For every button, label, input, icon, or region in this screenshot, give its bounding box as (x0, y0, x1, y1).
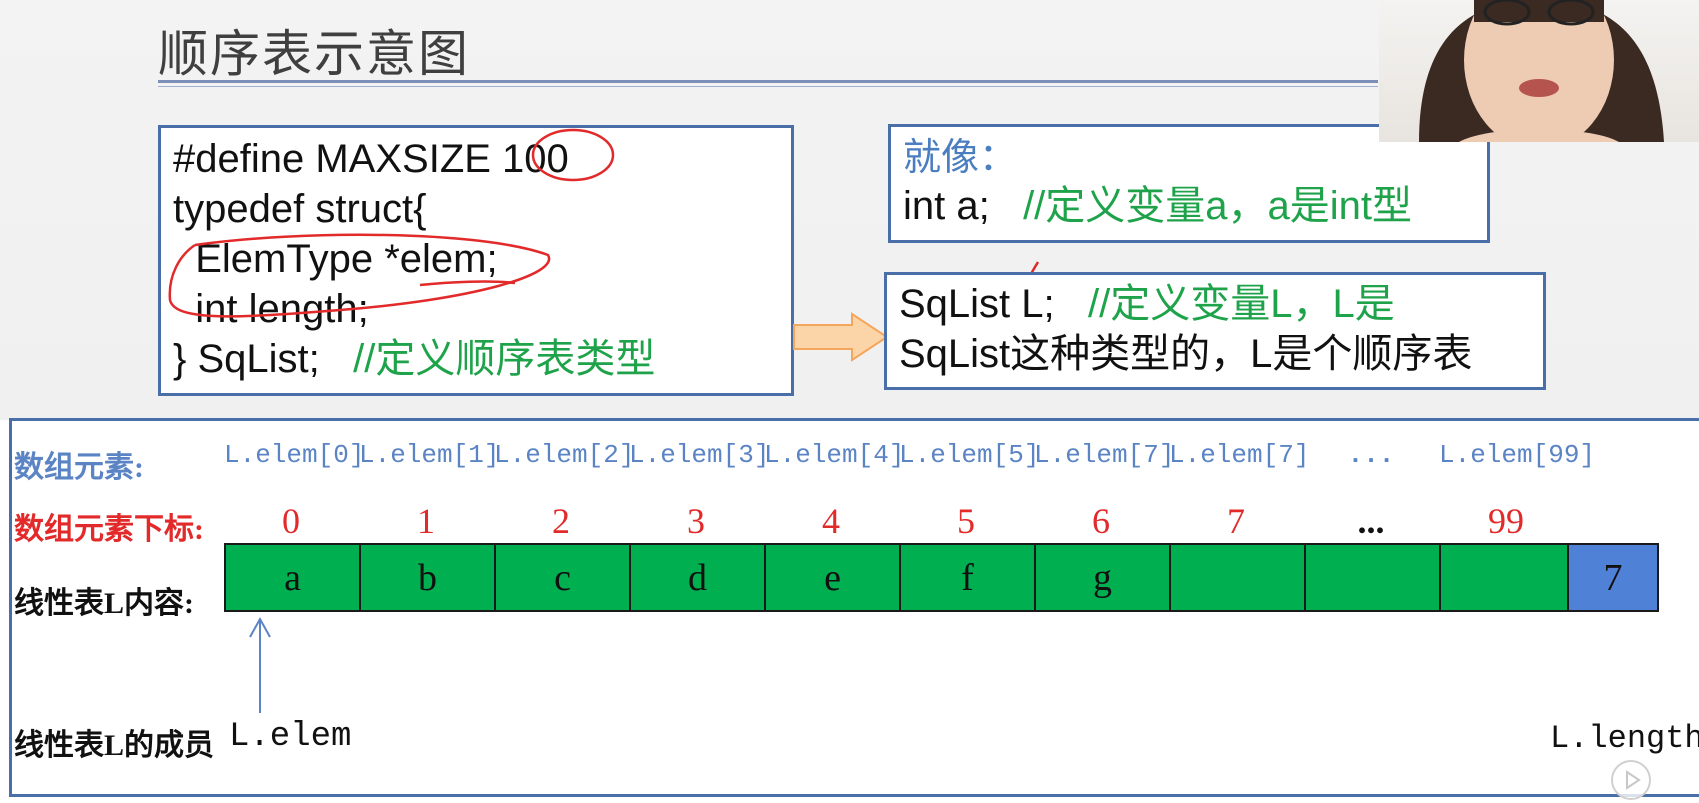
element-name: L.elem[7] (1034, 440, 1175, 470)
element-name: ... (1347, 440, 1395, 470)
element-index: 0 (282, 501, 300, 541)
element-name: L.elem[5] (899, 440, 1040, 470)
list-cell: g (1034, 543, 1169, 612)
element-index: 2 (552, 501, 570, 541)
example-comment: //定义变量a，a是int型 (1023, 184, 1413, 228)
sqlist-comment-2: SqList这种类型的，L是个顺序表 (899, 332, 1473, 376)
label-list-members: 线性表L的成员 (14, 729, 215, 762)
list-cell (1439, 543, 1567, 612)
list-cell: d (629, 543, 764, 612)
element-name: L.elem[0] (224, 440, 365, 470)
element-index: 1 (417, 501, 435, 541)
element-index: 4 (822, 501, 840, 541)
label-array-indices: 数组元素下标: (14, 513, 204, 546)
element-name: L.elem[99] (1439, 440, 1596, 470)
sqlist-declaration-box: SqList L; //定义变量L，L是 SqList这种类型的，L是个顺序表 (884, 272, 1546, 390)
element-name: L.elem[7] (1169, 440, 1310, 470)
element-name: L.elem[1] (359, 440, 500, 470)
annotation-loop-members (168, 233, 551, 318)
example-code: int a; (903, 184, 1024, 228)
label-array-elements: 数组元素: (14, 451, 144, 484)
example-code-line: int a; //定义变量a，a是int型 (903, 181, 1475, 231)
member-length: L.length (1550, 720, 1699, 757)
element-name: L.elem[2] (494, 440, 635, 470)
list-cell (1304, 543, 1439, 612)
element-index: 7 (1227, 501, 1245, 541)
element-name: L.elem[4] (764, 440, 905, 470)
list-cell: e (764, 543, 899, 612)
element-name: L.elem[3] (629, 440, 770, 470)
sqlist-code: SqList L; (899, 282, 1088, 326)
play-icon (1626, 770, 1641, 790)
element-index: 99 (1488, 501, 1524, 541)
annotation-circle-100 (531, 128, 615, 182)
list-cell: b (359, 543, 494, 612)
member-elem: L.elem (229, 718, 352, 756)
element-index: ... (1357, 501, 1385, 541)
presenter-image (1419, 0, 1664, 142)
list-cell: a (224, 543, 359, 612)
webcam-video (1379, 0, 1699, 142)
element-index: 3 (687, 501, 705, 541)
label-list-content: 线性表L内容: (14, 587, 194, 620)
list-cell: c (494, 543, 629, 612)
play-button[interactable] (1611, 760, 1651, 800)
length-cell: 7 (1567, 543, 1659, 612)
element-index: 6 (1092, 501, 1110, 541)
list-cell: f (899, 543, 1034, 612)
arrow-right-icon (793, 312, 889, 362)
sqlist-line-1: SqList L; //定义变量L，L是 (899, 279, 1531, 329)
sqlist-comment-1: //定义变量L，L是 (1087, 282, 1395, 326)
arrow-up-icon (249, 616, 271, 713)
list-cell (1169, 543, 1304, 612)
element-index: 5 (957, 501, 975, 541)
